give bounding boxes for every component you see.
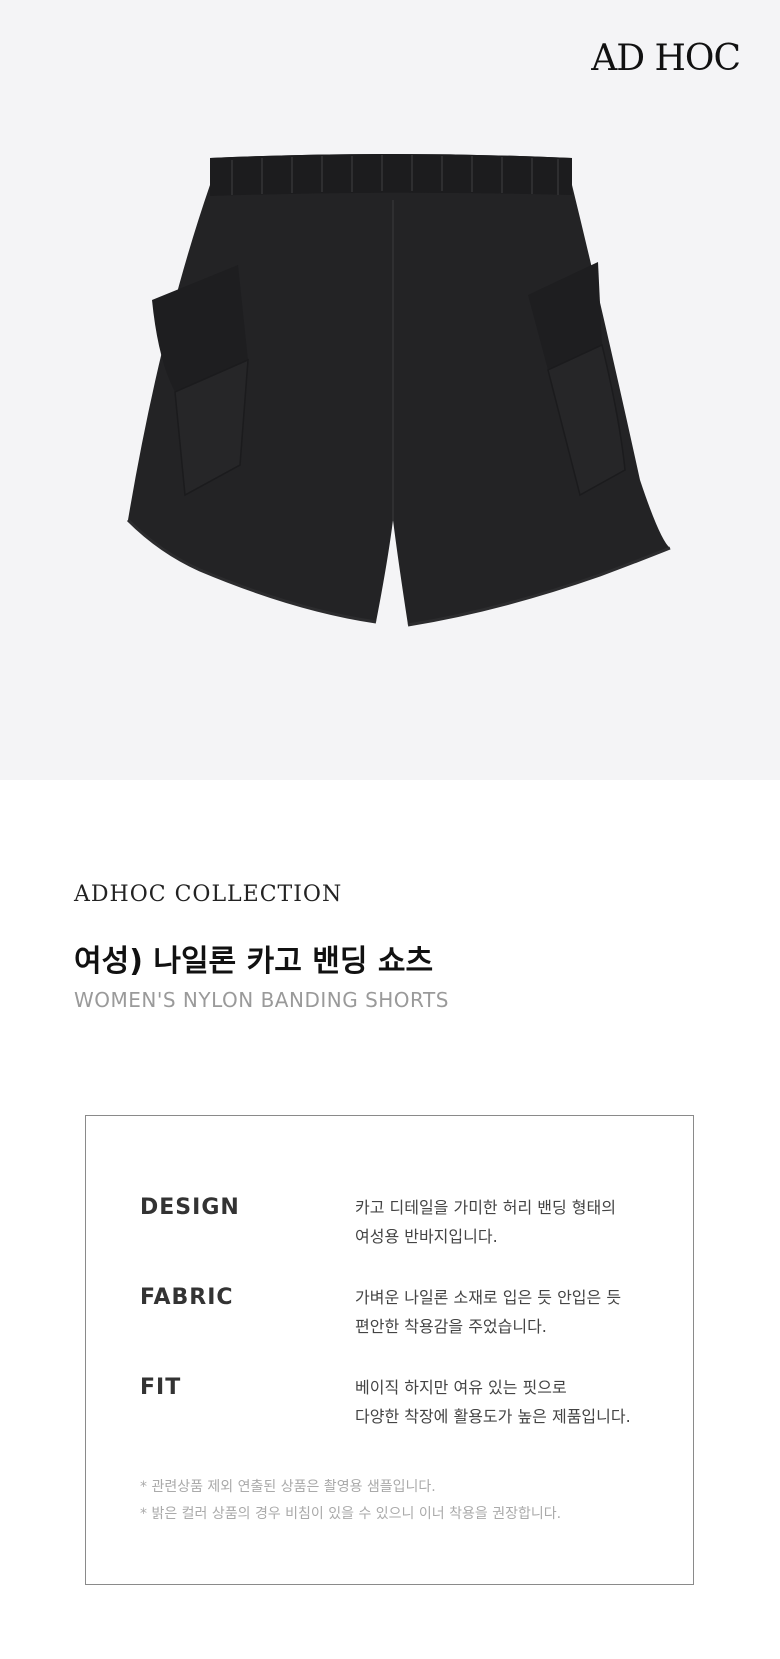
detail-line: 가벼운 나일론 소재로 입은 듯 안입은 듯 (355, 1288, 622, 1307)
detail-line: 다양한 착장에 활용도가 높은 제품입니다. (355, 1407, 631, 1426)
detail-text: 카고 디테일을 가미한 허리 밴딩 형태의 여성용 반바지입니다. (355, 1193, 616, 1251)
detail-label: DESIGN (140, 1195, 240, 1220)
detail-text: 베이직 하지만 여유 있는 핏으로 다양한 착장에 활용도가 높은 제품입니다. (355, 1373, 631, 1431)
detail-line: 여성용 반바지입니다. (355, 1227, 498, 1246)
product-details-box: DESIGN 카고 디테일을 가미한 허리 밴딩 형태의 여성용 반바지입니다.… (85, 1115, 694, 1585)
note-line: * 관련상품 제외 연출된 상품은 촬영용 샘플입니다. (140, 1479, 436, 1495)
detail-label: FABRIC (140, 1285, 234, 1310)
product-image (126, 154, 671, 627)
note-line: * 밝은 컬러 상품의 경우 비침이 있을 수 있으니 이너 착용을 권장합니다… (140, 1506, 562, 1522)
product-title: 여성) 나일론 카고 밴딩 쇼츠 (74, 944, 434, 979)
hero-section: AD HOC (0, 0, 780, 780)
detail-line: 베이직 하지만 여유 있는 핏으로 (355, 1378, 567, 1397)
detail-line: 카고 디테일을 가미한 허리 밴딩 형태의 (355, 1198, 616, 1217)
detail-line: 편안한 착용감을 주었습니다. (355, 1317, 547, 1336)
notes: * 관련상품 제외 연출된 상품은 촬영용 샘플입니다. * 밝은 컬러 상품의… (140, 1474, 561, 1528)
detail-text: 가벼운 나일론 소재로 입은 듯 안입은 듯 편안한 착용감을 주었습니다. (355, 1283, 621, 1341)
collection-label: ADHOC COLLECTION (74, 882, 343, 907)
detail-label: FIT (140, 1375, 182, 1400)
product-subtitle: WOMEN'S NYLON BANDING SHORTS (74, 988, 449, 1012)
